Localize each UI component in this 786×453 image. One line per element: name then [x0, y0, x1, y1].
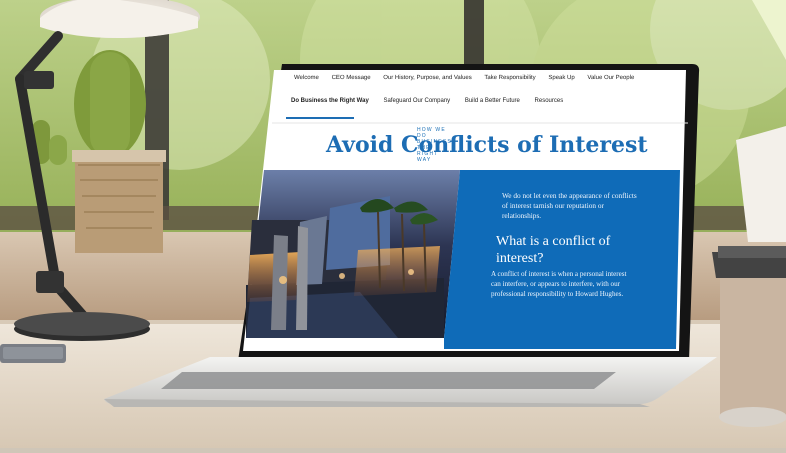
coffee-cup [712, 246, 786, 427]
nav-item-build-future[interactable]: Build a Better Future [465, 98, 520, 104]
nav-item-speak-up[interactable]: Speak Up [548, 75, 574, 81]
main-nav: Welcome CEO Message Our History, Purpose… [294, 75, 645, 81]
nav-item-value-people[interactable]: Value Our People [587, 75, 634, 81]
website-hero-image [246, 170, 460, 338]
nav-item-responsibility[interactable]: Take Responsibility [484, 75, 535, 81]
nav-item-ceo-message[interactable]: CEO Message [332, 75, 371, 81]
sub-nav: Do Business the Right Way Safeguard Our … [291, 98, 576, 104]
section-heading: What is a conflict of interest? [496, 234, 611, 266]
scene: Welcome CEO Message Our History, Purpose… [0, 0, 786, 448]
nav-item-resources[interactable]: Resources [535, 98, 564, 104]
phone [0, 344, 66, 363]
nav-item-safeguard[interactable]: Safeguard Our Company [383, 98, 450, 104]
keyboard [161, 372, 616, 389]
nav-item-history[interactable]: Our History, Purpose, and Values [383, 75, 472, 81]
intro-text: We do not let even the appearance of con… [502, 191, 637, 220]
definition-text: A conflict of interest is when a persona… [491, 270, 627, 298]
background-photo [0, 0, 786, 448]
nav-item-welcome[interactable]: Welcome [294, 75, 319, 81]
nav-item-do-business[interactable]: Do Business the Right Way [291, 98, 369, 104]
page-title: Avoid Conflicts of Interest [326, 132, 648, 158]
